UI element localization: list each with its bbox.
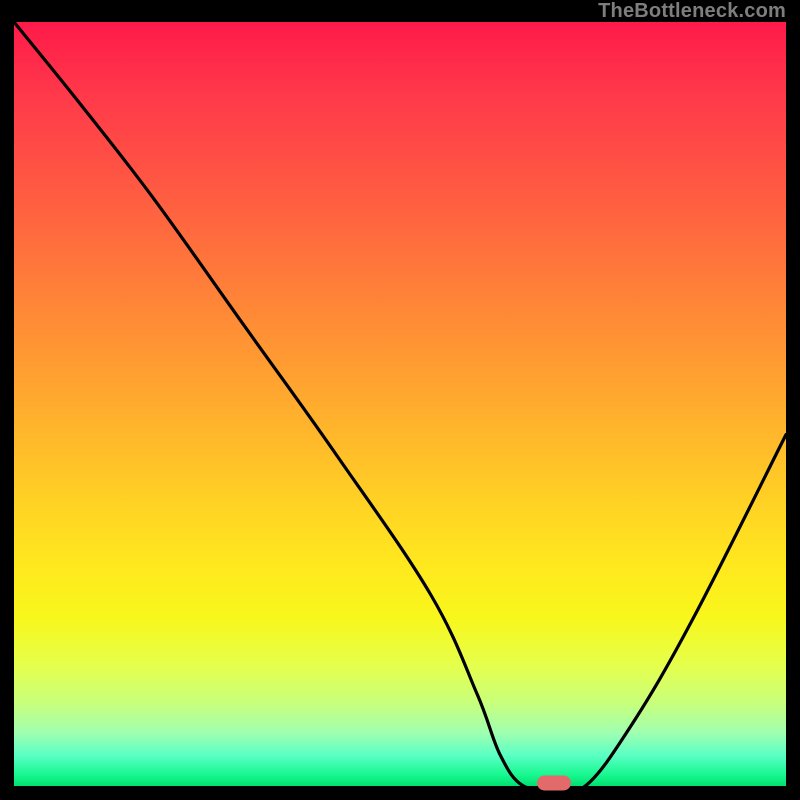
watermark-text: TheBottleneck.com bbox=[598, 0, 786, 23]
chart-frame: TheBottleneck.com bbox=[0, 0, 800, 800]
bottleneck-curve bbox=[14, 22, 786, 786]
curve-path bbox=[14, 22, 786, 791]
optimal-marker bbox=[537, 776, 571, 791]
